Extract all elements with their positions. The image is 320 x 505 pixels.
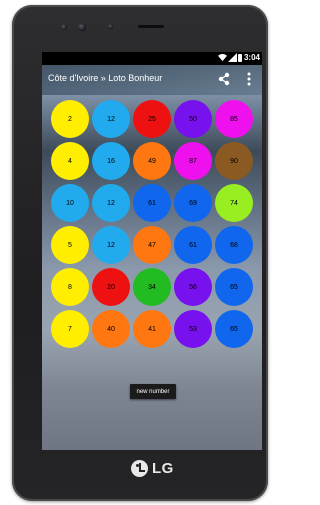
- number-ball: 49: [133, 142, 171, 180]
- app-bar: Côte d'Ivoire » Loto Bonheur: [42, 65, 262, 95]
- number-ball-label: 90: [230, 157, 238, 165]
- number-ball: 12: [92, 226, 130, 264]
- screen: 3:04 Côte d'Ivoire » Loto Bonheur 2 12 25 5…: [42, 52, 262, 450]
- battery-icon: [238, 54, 242, 62]
- number-ball: 50: [174, 100, 212, 138]
- number-ball: 56: [174, 268, 212, 306]
- number-ball-label: 5: [68, 241, 72, 249]
- number-ball-label: 85: [230, 115, 238, 123]
- number-ball-label: 61: [148, 199, 156, 207]
- number-ball: 4: [51, 142, 89, 180]
- number-ball-label: 65: [230, 283, 238, 291]
- number-ball-label: 12: [107, 115, 115, 123]
- number-ball: 68: [215, 226, 253, 264]
- front-camera-icon: [78, 23, 86, 31]
- overflow-menu-icon[interactable]: [244, 71, 254, 87]
- number-ball-label: 41: [148, 325, 156, 333]
- number-ball: 85: [215, 100, 253, 138]
- number-ball-label: 12: [107, 241, 115, 249]
- number-ball-label: 69: [189, 199, 197, 207]
- signal-icon: [228, 53, 237, 62]
- number-ball: 5: [51, 226, 89, 264]
- number-ball: 25: [133, 100, 171, 138]
- number-ball: 61: [133, 184, 171, 222]
- number-ball: 47: [133, 226, 171, 264]
- number-ball: 8: [51, 268, 89, 306]
- number-ball: 16: [92, 142, 130, 180]
- new-number-button[interactable]: new number: [130, 384, 176, 399]
- app-title: Côte d'Ivoire » Loto Bonheur: [48, 73, 163, 83]
- number-ball-label: 65: [230, 325, 238, 333]
- number-ball-label: 12: [107, 199, 115, 207]
- number-ball: 2: [51, 100, 89, 138]
- number-ball-label: 74: [230, 199, 238, 207]
- brand-name: LG: [152, 460, 174, 477]
- number-ball-label: 10: [66, 199, 74, 207]
- number-ball-label: 50: [189, 115, 197, 123]
- share-icon[interactable]: [217, 72, 231, 86]
- lg-logo-mark: [131, 460, 148, 477]
- status-time: 3:04: [243, 53, 260, 62]
- number-ball: 90: [215, 142, 253, 180]
- number-ball: 12: [92, 100, 130, 138]
- proximity-sensor-icon: [108, 24, 113, 29]
- number-ball: 69: [174, 184, 212, 222]
- number-ball: 12: [92, 184, 130, 222]
- number-ball: 40: [92, 310, 130, 348]
- number-ball-label: 47: [148, 241, 156, 249]
- number-ball-label: 16: [107, 157, 115, 165]
- status-bar: 3:04: [42, 52, 262, 65]
- number-ball: 34: [133, 268, 171, 306]
- number-ball: 65: [215, 268, 253, 306]
- number-ball-label: 7: [68, 325, 72, 333]
- number-ball-label: 20: [107, 283, 115, 291]
- number-ball-label: 49: [148, 157, 156, 165]
- phone-frame: 3:04 Côte d'Ivoire » Loto Bonheur 2 12 25 5…: [12, 5, 268, 501]
- lg-logo: LG: [131, 460, 191, 480]
- number-ball: 41: [133, 310, 171, 348]
- number-ball-label: 61: [189, 241, 197, 249]
- wifi-icon: [218, 53, 227, 62]
- number-ball: 7: [51, 310, 89, 348]
- earpiece-speaker: [138, 25, 164, 28]
- number-ball-label: 87: [189, 157, 197, 165]
- number-ball: 65: [215, 310, 253, 348]
- number-ball-label: 53: [189, 325, 197, 333]
- number-ball-label: 4: [68, 157, 72, 165]
- number-ball-label: 8: [68, 283, 72, 291]
- number-ball-label: 34: [148, 283, 156, 291]
- number-ball-label: 25: [148, 115, 156, 123]
- number-ball: 74: [215, 184, 253, 222]
- front-sensor-icon: [61, 24, 67, 30]
- number-ball-label: 56: [189, 283, 197, 291]
- number-ball-label: 40: [107, 325, 115, 333]
- number-ball-label: 2: [68, 115, 72, 123]
- number-ball-label: 68: [230, 241, 238, 249]
- number-ball: 10: [51, 184, 89, 222]
- number-ball: 20: [92, 268, 130, 306]
- number-ball: 87: [174, 142, 212, 180]
- number-ball: 53: [174, 310, 212, 348]
- number-ball: 61: [174, 226, 212, 264]
